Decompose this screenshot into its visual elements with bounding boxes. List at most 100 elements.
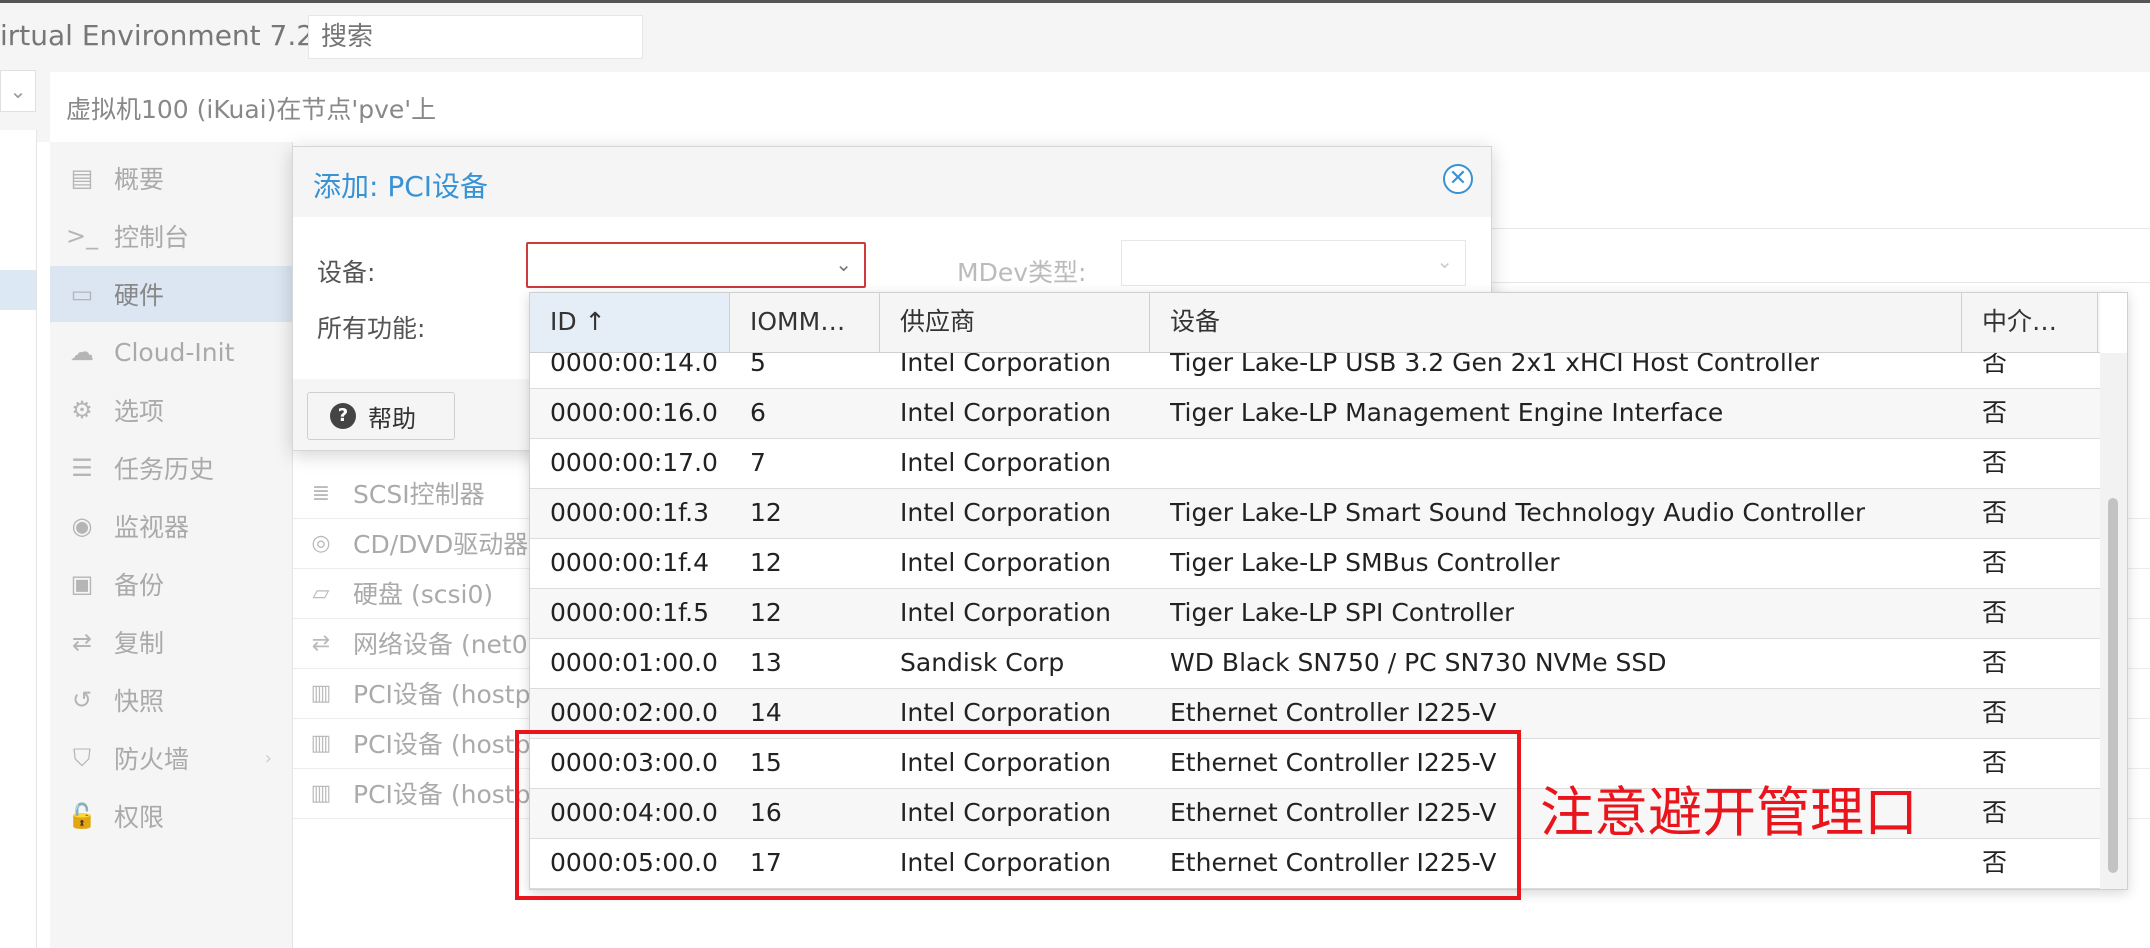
table-row[interactable]: 0000:01:00.0 13 Sandisk Corp WD Black SN750…	[530, 639, 2100, 689]
cell-vendor: Intel Corporation	[900, 498, 1111, 527]
cell-device: Tiger Lake-LP SPI Controller	[1170, 598, 1515, 627]
hardware-row-label: CD/DVD驱动器	[353, 530, 529, 559]
table-row[interactable]: 0000:00:1f.3 12 Intel Corporation Tiger Lak…	[530, 489, 2100, 539]
pci-card-icon: ▥	[310, 780, 332, 806]
cell-mdev: 否	[1982, 848, 2008, 877]
menu-item-label: 监视器	[114, 513, 190, 542]
hardware-row-label: 硬盘 (scsi0)	[353, 580, 494, 609]
menu-item-label: 硬件	[114, 281, 165, 310]
cell-iommu: 12	[750, 598, 782, 627]
cell-id: 0000:00:14.0	[550, 353, 718, 377]
resource-tree[interactable]	[0, 130, 37, 948]
device-label: 设备:	[317, 258, 376, 287]
grid-scrollbar[interactable]	[2100, 353, 2127, 889]
cell-device: WD Black SN750 / PC SN730 NVMe SSD	[1170, 648, 1667, 677]
chevron-down-icon: ⌄	[1436, 249, 1453, 273]
cell-id: 0000:00:1f.3	[550, 498, 710, 527]
help-button-label: 帮助	[368, 404, 416, 433]
device-combobox[interactable]: ⌄	[526, 242, 866, 288]
column-header-mdev[interactable]: 中介…	[1962, 293, 2098, 352]
cell-iommu: 6	[750, 398, 766, 427]
cell-id: 0000:00:16.0	[550, 398, 718, 427]
cell-vendor: Intel Corporation	[900, 448, 1111, 477]
menu-item-label: 备份	[114, 571, 165, 600]
menu-item-8[interactable]: ⇄ 复制	[50, 614, 292, 670]
terminal-icon: >_	[66, 222, 99, 250]
column-header-iommu[interactable]: IOMM…	[730, 293, 880, 352]
cell-mdev: 否	[1982, 548, 2008, 577]
menu-item-1[interactable]: >_ 控制台	[50, 208, 292, 264]
history-icon: ↺	[71, 686, 93, 714]
table-row[interactable]: 0000:00:1f.5 12 Intel Corporation Tiger Lak…	[530, 589, 2100, 639]
hdd-icon: ▱	[312, 580, 330, 606]
app-title: irtual Environment 7.2-7	[0, 19, 342, 52]
cell-device: Tiger Lake-LP Management Engine Interfac…	[1170, 398, 1724, 427]
menu-item-7[interactable]: ▣ 备份	[50, 556, 292, 612]
menu-item-11[interactable]: 🔓 权限	[50, 788, 292, 844]
chevron-down-icon[interactable]: ⌄	[835, 252, 852, 276]
cell-mdev: 否	[1982, 448, 2008, 477]
gear-icon: ⚙	[71, 396, 93, 424]
hardware-row-label: SCSI控制器	[353, 480, 485, 509]
menu-item-2[interactable]: ▭ 硬件	[50, 266, 292, 322]
column-header-device[interactable]: 设备	[1150, 293, 1962, 352]
monitor-icon: ▭	[70, 280, 94, 308]
disc-icon: ◎	[311, 530, 331, 556]
annotation-text: 注意避开管理口	[1540, 781, 1918, 844]
cell-iommu: 12	[750, 498, 782, 527]
cell-iommu: 7	[750, 448, 766, 477]
hardware-row-label: 网络设备 (net0	[353, 630, 528, 659]
column-header-id[interactable]: ID ↑	[530, 293, 730, 352]
menu-item-9[interactable]: ↺ 快照	[50, 672, 292, 728]
cell-mdev: 否	[1982, 748, 2008, 777]
menu-item-4[interactable]: ⚙ 选项	[50, 382, 292, 438]
cell-id: 0000:00:1f.4	[550, 548, 710, 577]
tree-selected-row[interactable]	[0, 270, 36, 310]
cloud-icon: ☁	[70, 338, 94, 366]
close-icon[interactable]: ✕	[1443, 164, 1473, 194]
table-row[interactable]: 0000:00:17.0 7 Intel Corporation 否	[530, 439, 2100, 489]
mdev-type-label: MDev类型:	[957, 258, 1087, 287]
vm-menu: ▤ 概要 >_ 控制台 ▭ 硬件 ☁ Cloud-Init ⚙ 选项 ☰ 任务历史 ◉ 监视器 ▣ 备份 ⇄ 复制…	[50, 142, 293, 948]
view-selector[interactable]: ⌄	[0, 70, 36, 112]
cell-id: 0000:00:1f.5	[550, 598, 710, 627]
content-header: 虚拟机100 (iKuai)在节点'pve'上	[50, 72, 2150, 143]
table-row[interactable]: 0000:00:1f.4 12 Intel Corporation Tiger Lak…	[530, 539, 2100, 589]
table-row[interactable]: 0000:00:16.0 6 Intel Corporation Tiger Lake…	[530, 389, 2100, 439]
exchange-icon: ⇄	[311, 630, 331, 656]
cell-mdev: 否	[1982, 798, 2008, 827]
book-icon: ▤	[70, 164, 94, 192]
menu-item-10[interactable]: ⛉ 防火墙 ›	[50, 730, 292, 786]
cell-vendor: Intel Corporation	[900, 353, 1111, 377]
menu-item-label: 控制台	[114, 223, 190, 252]
hardware-row-label: PCI设备 (hostp	[353, 730, 531, 759]
menu-item-6[interactable]: ◉ 监视器	[50, 498, 292, 554]
question-circle-icon: ?	[330, 403, 356, 429]
cell-vendor: Intel Corporation	[900, 398, 1111, 427]
menu-item-label: 权限	[114, 803, 165, 832]
cell-device: Tiger Lake-LP Smart Sound Technology Aud…	[1170, 498, 1866, 527]
column-header-vendor[interactable]: 供应商	[880, 293, 1150, 352]
menu-item-label: 快照	[114, 687, 165, 716]
pci-card-icon: ▥	[310, 680, 332, 706]
grid-header: ID ↑ IOMM… 供应商 设备 中介…	[530, 293, 2100, 353]
table-row[interactable]: 0000:00:14.0 5 Intel Corporation Tiger Lake…	[530, 353, 2100, 389]
cell-iommu: 13	[750, 648, 782, 677]
menu-item-0[interactable]: ▤ 概要	[50, 150, 292, 206]
menu-item-5[interactable]: ☰ 任务历史	[50, 440, 292, 496]
cell-mdev: 否	[1982, 353, 2008, 377]
cell-id: 0000:00:17.0	[550, 448, 718, 477]
mdev-type-combobox[interactable]: ⌄	[1121, 240, 1466, 286]
help-button[interactable]: ? 帮助	[307, 392, 455, 440]
menu-item-label: 选项	[114, 397, 165, 426]
cell-vendor: Intel Corporation	[900, 598, 1111, 627]
cell-id: 0000:01:00.0	[550, 648, 718, 677]
menu-item-3[interactable]: ☁ Cloud-Init	[50, 324, 292, 380]
dialog-title: 添加: PCI设备	[313, 170, 489, 203]
floppy-icon: ▣	[70, 570, 94, 598]
unlock-icon: 🔓	[67, 802, 97, 830]
database-icon: ≣	[311, 480, 331, 506]
scrollbar-thumb[interactable]	[2108, 498, 2118, 873]
search-input[interactable]	[308, 15, 643, 59]
cell-device: Tiger Lake-LP SMBus Controller	[1170, 548, 1560, 577]
